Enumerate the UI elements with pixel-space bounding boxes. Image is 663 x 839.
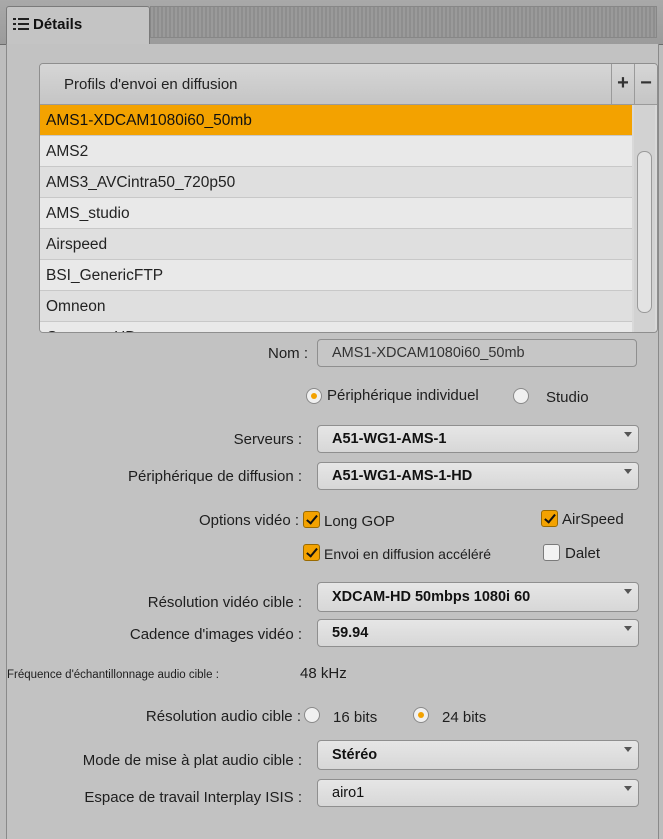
video-options-label: Options vidéo : — [198, 512, 299, 529]
scrollbar-thumb[interactable] — [637, 151, 652, 313]
sample-rate-unit: kHz — [320, 665, 347, 682]
sample-rate-value: 48 kHz — [300, 665, 347, 682]
remove-profile-button[interactable]: − — [634, 64, 657, 104]
list-item[interactable]: AMS1-XDCAM1080i60_50mb — [40, 105, 632, 136]
radio-24-bits[interactable] — [413, 707, 429, 723]
list-item[interactable]: AMS3_AVCintra50_720p50 — [40, 167, 632, 198]
airspeed-checkbox[interactable] — [541, 510, 558, 527]
name-value: AMS1-XDCAM1080i60_50mb — [332, 345, 525, 361]
add-profile-button[interactable]: + — [611, 64, 634, 104]
audio-resolution-label: Résolution audio cible : — [145, 708, 301, 725]
list-item[interactable]: Airspeed — [40, 229, 632, 260]
target-video-resolution-value: XDCAM-HD 50mbps 1080i 60 — [332, 589, 531, 605]
audio-mixdown-value: Stéréo — [332, 747, 378, 763]
playback-device-label: Périphérique de diffusion : — [127, 468, 302, 485]
accelerated-send-checkbox[interactable] — [303, 544, 320, 561]
name-label: Nom : — [267, 345, 308, 362]
frame-rate-label: Cadence d'images vidéo : — [129, 626, 302, 643]
chevron-down-icon — [624, 786, 632, 791]
servers-value: A51-WG1-AMS-1 — [332, 431, 447, 447]
list-icon — [13, 18, 29, 30]
frame-rate-value: 59.94 — [332, 625, 369, 641]
servers-select[interactable]: A51-WG1-AMS-1 — [317, 425, 639, 453]
profiles-scrollbar[interactable] — [634, 105, 655, 332]
target-video-resolution-select[interactable]: XDCAM-HD 50mbps 1080i 60 — [317, 582, 639, 612]
audio-24-bits-label: 24 bits — [442, 709, 487, 726]
chevron-down-icon — [624, 432, 632, 437]
radio-individual-device[interactable] — [306, 388, 322, 404]
tab-details-label: Détails — [33, 16, 83, 33]
dalet-label: Dalet — [565, 545, 601, 562]
audio-16-bits-label: 16 bits — [333, 709, 378, 726]
audio-mixdown-select[interactable]: Stéréo — [317, 740, 639, 770]
details-panel: Profils d'envoi en diffusion + − AMS1-XD… — [6, 44, 659, 839]
profiles-list: AMS1-XDCAM1080i60_50mb AMS2 AMS3_AVCintr… — [40, 105, 632, 332]
profiles-list-header: Profils d'envoi en diffusion + − — [40, 64, 657, 105]
tab-strip: Détails — [0, 0, 663, 45]
chevron-down-icon — [624, 626, 632, 631]
sample-rate-number: 48 — [300, 665, 317, 682]
profiles-listbox: Profils d'envoi en diffusion + − AMS1-XD… — [39, 63, 658, 333]
individual-device-label: Périphérique individuel — [327, 387, 479, 404]
list-item[interactable]: BSI_GenericFTP — [40, 260, 632, 291]
profiles-list-title: Profils d'envoi en diffusion — [64, 76, 238, 93]
list-item[interactable]: AMS2 — [40, 136, 632, 167]
details-window: Détails Profils d'envoi en diffusion + −… — [0, 0, 663, 839]
workspace-value: airo1 — [332, 785, 365, 801]
tab-details[interactable]: Détails — [6, 6, 150, 44]
long-gop-checkbox[interactable] — [303, 511, 320, 528]
playback-device-select[interactable]: A51-WG1-AMS-1-HD — [317, 462, 639, 490]
tab-strip-filler — [150, 6, 657, 38]
workspace-select[interactable]: airo1 — [317, 779, 639, 807]
list-item[interactable]: Omneon_HD — [40, 322, 632, 332]
audio-mixdown-label: Mode de mise à plat audio cible : — [82, 752, 302, 769]
radio-studio[interactable] — [513, 388, 529, 404]
frame-rate-select[interactable]: 59.94 — [317, 619, 639, 647]
studio-label: Studio — [546, 389, 589, 406]
long-gop-label: Long GOP — [324, 513, 395, 530]
chevron-down-icon — [624, 589, 632, 594]
list-item[interactable]: Omneon — [40, 291, 632, 322]
target-video-resolution-label: Résolution vidéo cible : — [147, 594, 302, 611]
airspeed-label: AirSpeed — [562, 511, 624, 528]
playback-device-value: A51-WG1-AMS-1-HD — [332, 468, 473, 484]
workspace-label: Espace de travail Interplay ISIS : — [84, 789, 302, 806]
accelerated-send-label: Envoi en diffusion accéléré — [324, 546, 492, 562]
radio-16-bits[interactable] — [304, 707, 320, 723]
chevron-down-icon — [624, 469, 632, 474]
name-field[interactable]: AMS1-XDCAM1080i60_50mb — [317, 339, 637, 367]
servers-label: Serveurs : — [233, 431, 302, 448]
list-item[interactable]: AMS_studio — [40, 198, 632, 229]
dalet-checkbox[interactable] — [543, 544, 560, 561]
chevron-down-icon — [624, 747, 632, 752]
sample-rate-label: Fréquence d'échantillonnage audio cible … — [7, 669, 219, 681]
